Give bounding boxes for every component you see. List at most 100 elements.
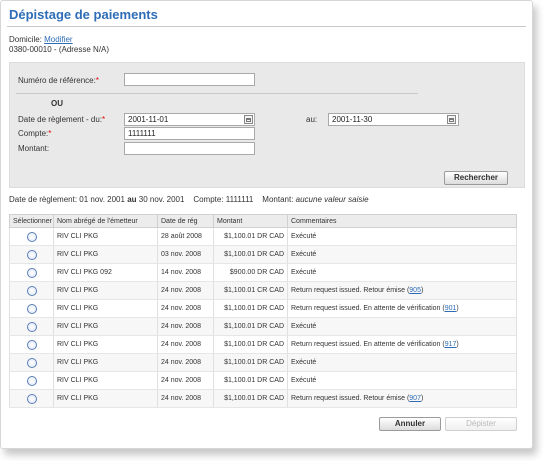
header-select: Sélectionner [9, 214, 54, 228]
issuer-cell: RIV CLI PKG [53, 299, 158, 318]
reference-input[interactable] [124, 73, 255, 86]
comment-text: Exécuté [291, 323, 317, 330]
amount-cell: $1,100.01 DR CAD [213, 371, 288, 390]
select-radio[interactable] [26, 357, 37, 368]
header-comments: Commentaires [287, 214, 517, 228]
date-cell: 24 nov. 2008 [157, 371, 214, 390]
select-radio[interactable] [26, 249, 37, 260]
comment-cell: Return request issued. En attente de vér… [287, 299, 517, 318]
amount-cell: $1,100.01 DR CAD [213, 335, 288, 354]
select-radio[interactable] [26, 231, 37, 242]
reference-link[interactable]: 905 [409, 287, 421, 294]
issuer-cell: RIV CLI PKG [53, 281, 158, 300]
date-cell: 24 nov. 2008 [157, 299, 214, 318]
comment-text: Exécuté [291, 233, 317, 240]
issuer-cell: RIV CLI PKG [53, 317, 158, 336]
title-divider [7, 26, 526, 27]
select-radio[interactable] [26, 375, 37, 386]
table-row: RIV CLI PKG 28 août 2008 $1,100.01 DR CAD E… [9, 227, 517, 246]
select-cell [9, 353, 54, 372]
issuer-cell: RIV CLI PKG [53, 335, 158, 354]
table-row: RIV CLI PKG 24 nov. 2008 $1,100.01 DR CAD R… [9, 299, 517, 318]
comment-text: Exécuté [291, 377, 317, 384]
amount-cell: $1,100.01 DR CAD [213, 245, 288, 264]
calendar-to-icon[interactable] [447, 115, 456, 124]
account-label: Compte:* [18, 129, 52, 138]
select-cell [9, 371, 54, 390]
issuer-cell: RIV CLI PKG [53, 371, 158, 390]
issuer-cell: RIV CLI PKG [53, 353, 158, 372]
summary-date-label: Date de règlement: [9, 195, 78, 204]
comment-text: Exécuté [291, 359, 317, 366]
reference-link[interactable]: 907 [409, 395, 421, 402]
comment-text: Return request issued. En attente de vér… [291, 305, 445, 312]
results-table: Sélectionner Nom abrégé de l'émetteur Da… [9, 214, 517, 408]
select-radio[interactable] [26, 321, 37, 332]
select-radio[interactable] [26, 267, 37, 278]
header-issuer: Nom abrégé de l'émetteur [53, 214, 158, 228]
reference-link[interactable]: 917 [445, 341, 457, 348]
date-cell: 28 août 2008 [157, 227, 214, 246]
comment-text: Return request issued. Retour émise ( [291, 395, 410, 402]
select-radio[interactable] [26, 339, 37, 350]
select-cell [9, 299, 54, 318]
table-row: RIV CLI PKG 24 nov. 2008 $1,100.01 DR CAD R… [9, 389, 517, 408]
amount-cell: $1,100.01 DR CAD [213, 317, 288, 336]
select-cell [9, 281, 54, 300]
table-row: RIV CLI PKG 24 nov. 2008 $1,100.01 CR CAD R… [9, 281, 517, 300]
cancel-button[interactable]: Annuler [379, 417, 441, 431]
summary-between: au [127, 195, 137, 204]
issuer-cell: RIV CLI PKG [53, 245, 158, 264]
date-from-input[interactable]: 2001-11-01 [124, 113, 255, 126]
header-amount: Montant [213, 214, 288, 228]
domicile-label: Domicile: [9, 35, 42, 44]
date-to-label: au: [306, 115, 318, 124]
comment-cell: Exécuté [287, 263, 517, 282]
date-cell: 03 nov. 2008 [157, 245, 214, 264]
select-cell [9, 263, 54, 282]
comment-text: Exécuté [291, 251, 317, 258]
date-cell: 24 nov. 2008 [157, 389, 214, 408]
summary-date-from: 01 nov. 2001 [79, 195, 125, 204]
amount-cell: $1,100.01 DR CAD [213, 227, 288, 246]
amount-input[interactable] [124, 142, 255, 155]
comment-text: Return request issued. Retour émise ( [291, 287, 410, 294]
select-cell [9, 389, 54, 408]
amount-label: Montant: [18, 144, 50, 153]
amount-cell: $1,100.01 DR CAD [213, 353, 288, 372]
reference-label: Numéro de référence:* [18, 76, 99, 85]
calendar-from-icon[interactable] [244, 115, 253, 124]
domicile-account: 0380-00010 - (Adresse N/A) [9, 45, 110, 54]
search-form: Numéro de référence:* OU Date de règleme… [9, 62, 525, 188]
date-to-input[interactable]: 2001-11-30 [328, 113, 459, 126]
date-cell: 24 nov. 2008 [157, 353, 214, 372]
domicile-change-link[interactable]: Modifier [44, 35, 72, 44]
select-radio[interactable] [26, 285, 37, 296]
reference-link[interactable]: 901 [445, 305, 457, 312]
issuer-cell: RIV CLI PKG 092 [53, 263, 158, 282]
select-radio[interactable] [26, 303, 37, 314]
summary-account-label: Compte: [193, 195, 224, 204]
date-cell: 14 nov. 2008 [157, 263, 214, 282]
summary-account-value: 1111111 [225, 195, 254, 204]
payment-tracing-panel: Dépistage de paiements Domicile: Modifie… [0, 0, 533, 449]
account-input[interactable]: 1111111 [124, 127, 255, 140]
date-cell: 24 nov. 2008 [157, 317, 214, 336]
comment-text: Exécuté [291, 269, 317, 276]
issuer-cell: RIV CLI PKG [53, 389, 158, 408]
comment-cell: Exécuté [287, 227, 517, 246]
comment-text: Return request issued. En attente de vér… [291, 341, 445, 348]
summary-amount-label: Montant: [262, 195, 294, 204]
select-radio[interactable] [26, 393, 37, 404]
date-cell: 24 nov. 2008 [157, 281, 214, 300]
search-button[interactable]: Rechercher [444, 171, 508, 185]
select-cell [9, 245, 54, 264]
page-title: Dépistage de paiements [9, 7, 158, 22]
trace-button[interactable]: Dépister [445, 417, 517, 431]
comment-cell: Exécuté [287, 353, 517, 372]
search-summary: Date de règlement: 01 nov. 2001 au 30 no… [9, 195, 369, 204]
amount-cell: $1,100.01 DR CAD [213, 389, 288, 408]
amount-cell: $1,100.01 DR CAD [213, 299, 288, 318]
select-cell [9, 335, 54, 354]
header-date: Date de rég [157, 214, 214, 228]
